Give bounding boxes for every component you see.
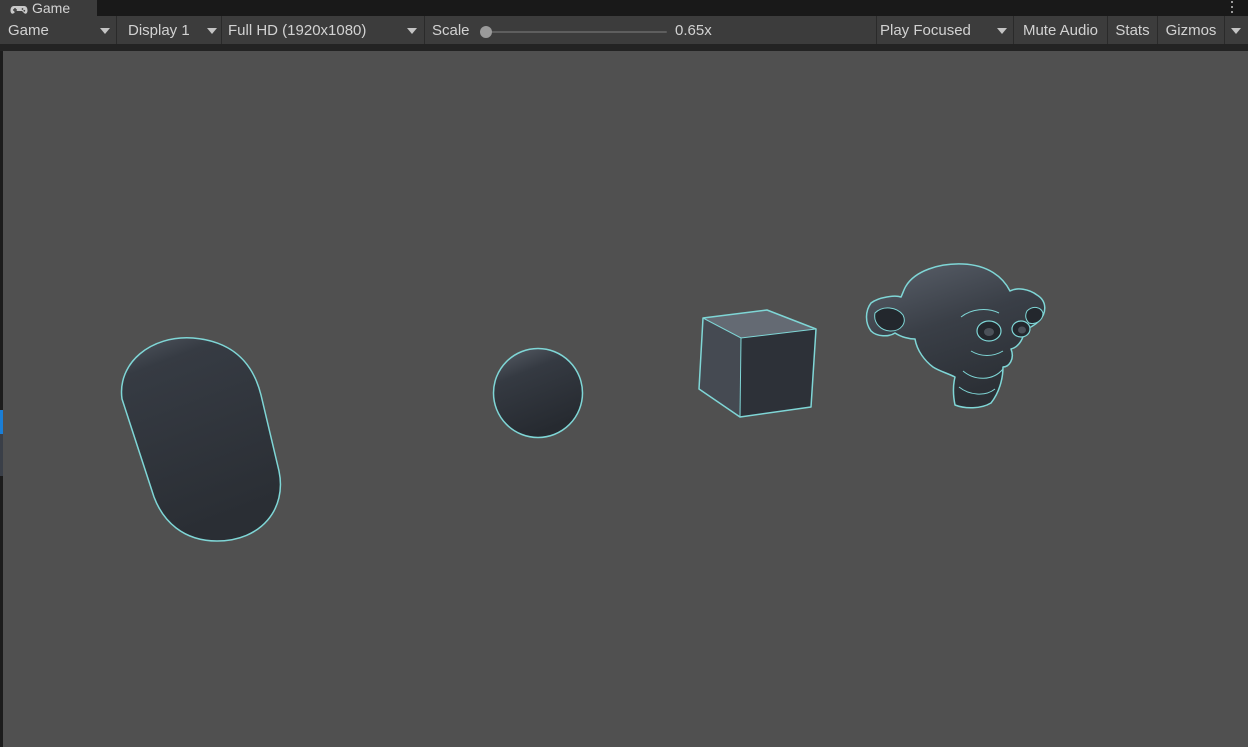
gizmos-dropdown[interactable] (1224, 16, 1248, 44)
play-mode-label: Play Focused (880, 21, 971, 39)
chevron-down-icon (407, 28, 417, 34)
suzanne-monkey-head-object (865, 263, 1046, 409)
game-viewport[interactable] (3, 51, 1248, 747)
chevron-down-icon (1231, 28, 1241, 34)
chevron-down-icon (100, 28, 110, 34)
tab-bar: Game (0, 0, 1248, 16)
game-window: Game Game Display 1 Full HD (1920x1080) … (0, 0, 1248, 747)
play-mode-dropdown[interactable]: Play Focused (877, 16, 1014, 44)
gamepad-icon (10, 3, 28, 14)
chevron-down-icon (997, 28, 1007, 34)
scale-slider-thumb[interactable] (480, 26, 492, 38)
stats-label: Stats (1115, 21, 1150, 39)
scale-value-text: 0.65x (675, 21, 712, 39)
game-view-toolbar: Game Display 1 Full HD (1920x1080) Scale… (0, 16, 1248, 44)
resolution-dropdown[interactable]: Full HD (1920x1080) (222, 16, 425, 44)
scale-value: 0.65x (675, 16, 877, 44)
mute-audio-toggle[interactable]: Mute Audio (1014, 16, 1108, 44)
scale-label: Scale (432, 21, 470, 39)
gizmos-toggle[interactable]: Gizmos (1158, 16, 1224, 44)
scene-render (120, 263, 1046, 542)
kebab-menu-icon[interactable] (1230, 1, 1234, 13)
view-mode-label: Game (8, 21, 49, 39)
sphere-object (492, 347, 584, 439)
resolution-label: Full HD (1920x1080) (228, 21, 367, 39)
tab-game[interactable]: Game (0, 0, 97, 16)
gizmos-label: Gizmos (1165, 21, 1217, 39)
toolbar-divider (0, 44, 1248, 51)
capsule-object (120, 337, 282, 542)
tab-title: Game (32, 0, 71, 16)
cube-object (698, 309, 817, 418)
scale-slider[interactable] (486, 31, 667, 33)
display-label: Display 1 (128, 21, 190, 39)
stats-toggle[interactable]: Stats (1108, 16, 1158, 44)
mute-audio-label: Mute Audio (1022, 21, 1099, 39)
chevron-down-icon (207, 28, 217, 34)
view-mode-dropdown[interactable]: Game (0, 16, 117, 44)
display-dropdown[interactable]: Display 1 (117, 16, 222, 44)
